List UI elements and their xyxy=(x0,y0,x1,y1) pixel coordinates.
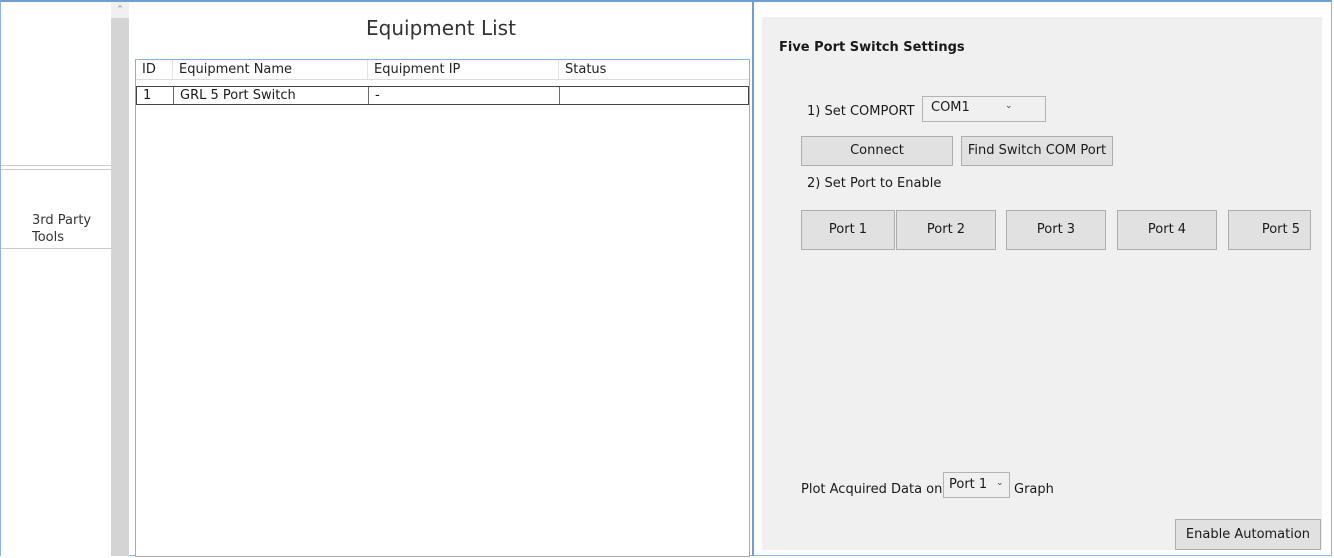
find-switch-com-port-button[interactable]: Find Switch COM Port xyxy=(961,136,1113,166)
plot-port-dropdown[interactable]: Port 1 ⌄ xyxy=(943,472,1010,498)
panel-divider xyxy=(752,2,754,556)
port-1-button[interactable]: Port 1 xyxy=(801,210,895,250)
port-4-button[interactable]: Port 4 xyxy=(1117,210,1217,250)
set-comport-label: 1) Set COMPORT xyxy=(807,104,915,119)
equipment-table: ID Equipment Name Equipment IP Status 1 … xyxy=(135,59,750,557)
table-row[interactable]: 1 GRL 5 Port Switch - xyxy=(136,86,749,105)
set-port-enable-label: 2) Set Port to Enable xyxy=(807,176,942,191)
nav-item-3rd-party-tools[interactable]: 3rd Party Tools xyxy=(32,212,102,246)
table-header: ID Equipment Name Equipment IP Status xyxy=(136,60,749,80)
left-nav: 3rd Party Tools xyxy=(1,2,112,556)
plot-data-label: Plot Acquired Data on: xyxy=(801,482,947,497)
column-header-equipment-ip[interactable]: Equipment IP xyxy=(368,60,559,79)
cell-id[interactable]: 1 xyxy=(137,87,174,104)
equipment-list-title: Equipment List xyxy=(366,16,516,40)
connect-button[interactable]: Connect xyxy=(801,136,953,166)
comport-value: COM1 xyxy=(931,100,970,115)
graph-label: Graph xyxy=(1014,482,1054,497)
nav-divider xyxy=(1,165,111,166)
enable-automation-button[interactable]: Enable Automation xyxy=(1175,519,1321,550)
vertical-scrollbar[interactable]: ⌃ xyxy=(111,2,129,556)
cell-equipment-name[interactable]: GRL 5 Port Switch xyxy=(174,87,369,104)
port-5-button[interactable]: Port 5 xyxy=(1228,210,1311,250)
cell-status[interactable] xyxy=(560,87,750,104)
chevron-down-icon: ⌄ xyxy=(996,478,1004,488)
column-header-equipment-name[interactable]: Equipment Name xyxy=(173,60,368,79)
nav-divider xyxy=(1,169,111,170)
settings-title: Five Port Switch Settings xyxy=(779,40,965,55)
plot-port-value: Port 1 xyxy=(949,477,988,492)
port-2-button[interactable]: Port 2 xyxy=(896,210,996,250)
comport-dropdown[interactable]: COM1 ⌄ xyxy=(922,96,1046,122)
nav-divider xyxy=(1,248,111,249)
chevron-down-icon: ⌄ xyxy=(1005,101,1013,111)
column-header-id[interactable]: ID xyxy=(136,60,173,79)
column-header-status[interactable]: Status xyxy=(559,60,749,79)
port-3-button[interactable]: Port 3 xyxy=(1006,210,1106,250)
scroll-up-arrow-icon[interactable]: ⌃ xyxy=(111,2,129,18)
cell-equipment-ip[interactable]: - xyxy=(369,87,560,104)
